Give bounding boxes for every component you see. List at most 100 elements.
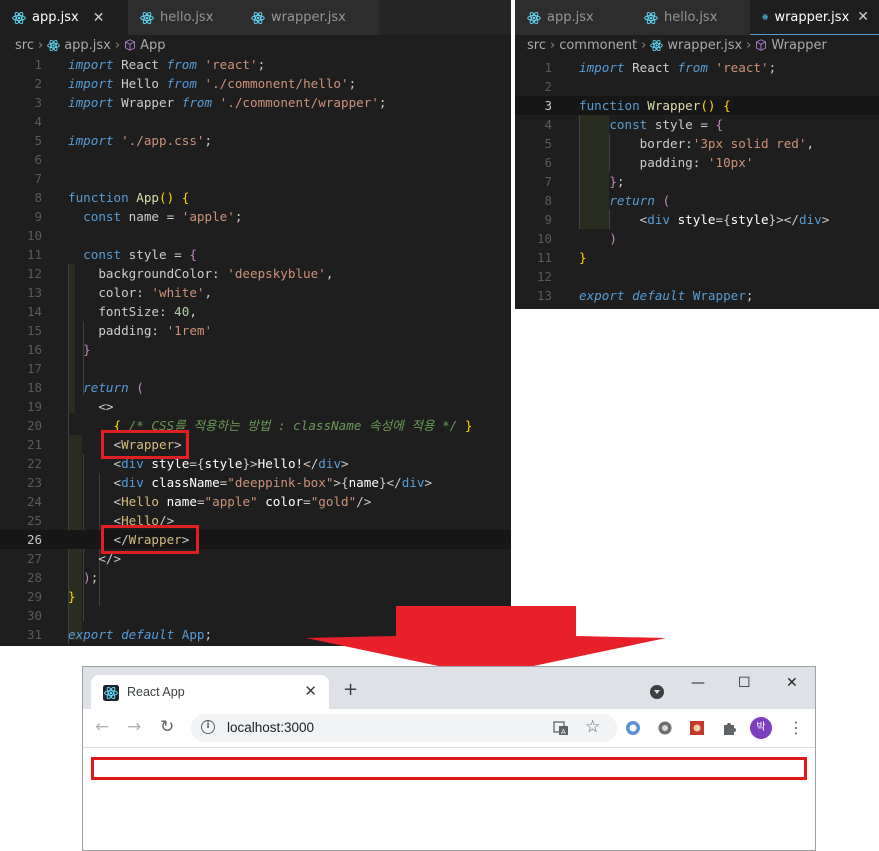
breadcrumb-symbol[interactable]: App [140,38,165,53]
browser-tab[interactable]: React App ✕ [91,675,329,709]
close-tab-icon[interactable]: ✕ [304,682,317,700]
code-line[interactable]: 11 const style = { [0,245,511,264]
info-icon[interactable]: i [201,720,215,734]
tab-wrapper-jsx[interactable]: wrapper.jsx [239,0,379,35]
maximize-button[interactable]: ☐ [738,675,751,691]
code-line[interactable]: 23 <div className="deeppink-box">{name}<… [0,473,511,492]
code-line[interactable]: 26 </Wrapper> [0,530,511,549]
code-token: style = [647,117,716,132]
tab-hello-jsx[interactable]: hello.jsx [128,0,239,35]
close-window-button[interactable]: ✕ [786,675,798,691]
code-line[interactable]: 17 [0,359,511,378]
breadcrumb-symbol[interactable]: Wrapper [771,38,826,53]
code-line[interactable]: 21 <Wrapper> [0,435,511,454]
code-line[interactable]: 2 import Hello from './commonent/hello'; [0,74,511,93]
line-number: 13 [26,285,42,300]
code-line[interactable]: 29} [0,587,511,606]
code-line[interactable]: 5 import './app.css'; [0,131,511,150]
code-line[interactable]: 10 ) [515,229,879,248]
line-number: 2 [34,76,42,91]
code-line[interactable]: 5 border:'3px solid red', [515,134,879,153]
breadcrumb-folder[interactable]: src [527,38,546,53]
back-button[interactable]: ← [95,717,109,737]
extension-gear-icon[interactable] [657,720,673,736]
reload-button[interactable]: ↻ [160,717,174,737]
code-line[interactable]: 4 const style = { [515,115,879,134]
code-line[interactable]: 8 function App() { [0,188,511,207]
code-token: const [83,247,122,262]
breadcrumb-file[interactable]: app.jsx [64,38,111,53]
bookmark-star-icon[interactable]: ☆ [585,717,600,737]
chevron-right-icon: › [549,37,556,53]
code-text: padding: '1rem' [68,321,212,340]
close-icon[interactable]: ✕ [857,9,869,25]
code-line[interactable]: 27 </> [0,549,511,568]
code-line[interactable]: 3 function Wrapper() { [515,96,879,115]
code-line[interactable]: 9 <div style={style}></div> [515,210,879,229]
code-line[interactable]: 10 [0,226,511,245]
code-area[interactable]: 1 import React from 'react'; 2 3 function Wr… [515,58,879,309]
code-line[interactable]: 28 ); [0,568,511,587]
code-text: } [579,248,587,267]
code-line[interactable]: 24 <Hello name="apple" color="gold"/> [0,492,511,511]
line-number: 9 [544,212,552,227]
address-bar[interactable]: i localhost:3000 A ☆ [191,714,617,742]
extension-red-icon[interactable] [689,720,705,736]
line-number: 13 [536,288,552,303]
tab-app-jsx[interactable]: app.jsx [515,0,632,35]
extension-blue-icon[interactable] [625,720,641,736]
code-token: '10px' [707,155,754,170]
code-line[interactable]: 16 } [0,340,511,359]
code-line[interactable]: 20 { /* CSS를 적용하는 방법 : className 속성에 적용 … [0,416,511,435]
code-line[interactable]: 7 [0,169,511,188]
code-line[interactable]: 12 backgroundColor: 'deepskyblue', [0,264,511,283]
code-line[interactable]: 3 import Wrapper from './commonent/wrappe… [0,93,511,112]
translate-icon[interactable]: A [553,720,569,736]
url-text[interactable]: localhost:3000 [227,720,314,735]
breadcrumb-file[interactable]: wrapper.jsx [667,38,742,53]
code-line[interactable]: 6 [0,150,511,169]
code-line[interactable]: 13 export default Wrapper; [515,286,879,305]
code-line[interactable]: 8 return ( [515,191,879,210]
code-token: div [647,212,670,227]
code-line[interactable]: 22 <div style={style}>Hello!</div> [0,454,511,473]
tab-search-icon[interactable] [650,685,664,699]
code-line[interactable]: 1 import React from 'react'; [0,55,511,74]
tab-wrapper-jsx[interactable]: wrapper.jsx ✕ [750,0,879,35]
react-icon [251,11,265,24]
new-tab-button[interactable]: + [343,679,358,700]
tab-app-jsx[interactable]: app.jsx ✕ [0,0,128,35]
extensions-puzzle-icon[interactable] [721,720,737,736]
breadcrumb-folder[interactable]: commonent [559,38,637,53]
code-token: import [68,76,114,91]
code-token: "apple" [204,494,258,509]
line-number: 6 [34,152,42,167]
profile-avatar[interactable]: 박 [750,717,772,739]
code-line[interactable]: 7 }; [515,172,879,191]
code-line[interactable]: 9 const name = 'apple'; [0,207,511,226]
code-token: ( [662,193,671,208]
menu-dots-icon[interactable]: ⋮ [788,718,804,737]
code-line[interactable]: 6 padding: '10px' [515,153,879,172]
code-line[interactable]: 14 fontSize: 40, [0,302,511,321]
code-line[interactable]: 19 <> [0,397,511,416]
code-line[interactable]: 4 [0,112,511,131]
code-token: from [166,57,197,72]
close-icon[interactable]: ✕ [93,10,105,26]
code-line[interactable]: 25 <Hello/> [0,511,511,530]
forward-button[interactable]: → [127,717,141,737]
minimize-button[interactable]: — [691,675,705,691]
code-line[interactable]: 15 padding: '1rem' [0,321,511,340]
code-line[interactable]: 2 [515,77,879,96]
code-line[interactable]: 12 [515,267,879,286]
code-area[interactable]: 1 import React from 'react'; 2 import Hello… [0,55,511,646]
code-line[interactable]: 13 color: 'white', [0,283,511,302]
tab-hello-jsx[interactable]: hello.jsx [632,0,750,35]
breadcrumb-folder[interactable]: src [15,38,34,53]
code-line[interactable]: 11} [515,248,879,267]
code-line[interactable]: 18 return ( [0,378,511,397]
code-line[interactable]: 1 import React from 'react'; [515,58,879,77]
code-token: , [189,304,197,319]
